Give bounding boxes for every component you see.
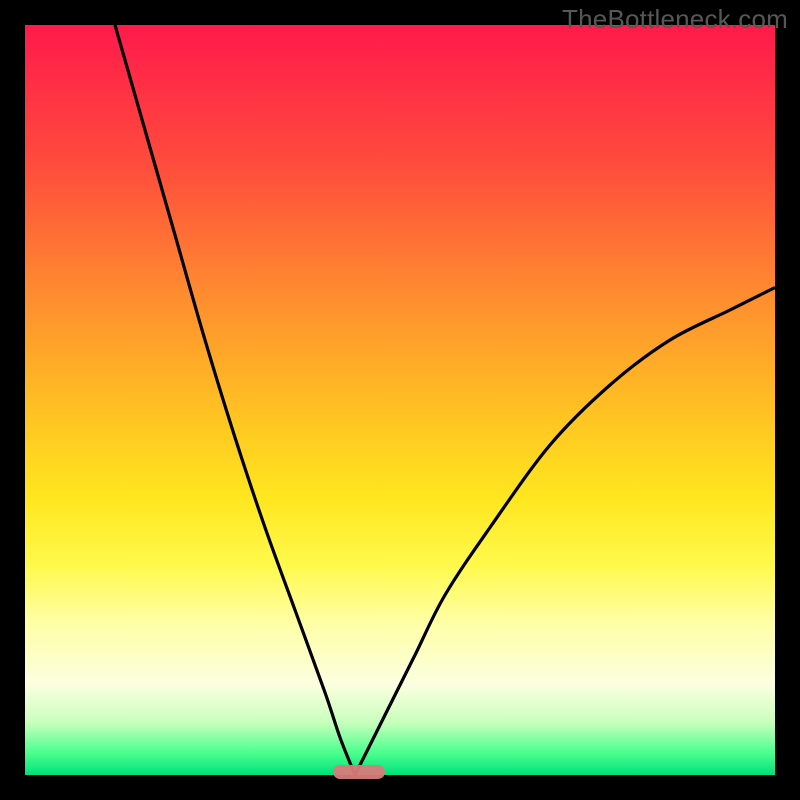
optimal-marker xyxy=(333,765,386,779)
right-curve xyxy=(355,288,775,776)
left-curve xyxy=(115,25,355,775)
plot-area xyxy=(25,25,775,775)
chart-frame: TheBottleneck.com xyxy=(0,0,800,800)
curve-layer xyxy=(25,25,775,775)
watermark-text: TheBottleneck.com xyxy=(562,4,788,35)
